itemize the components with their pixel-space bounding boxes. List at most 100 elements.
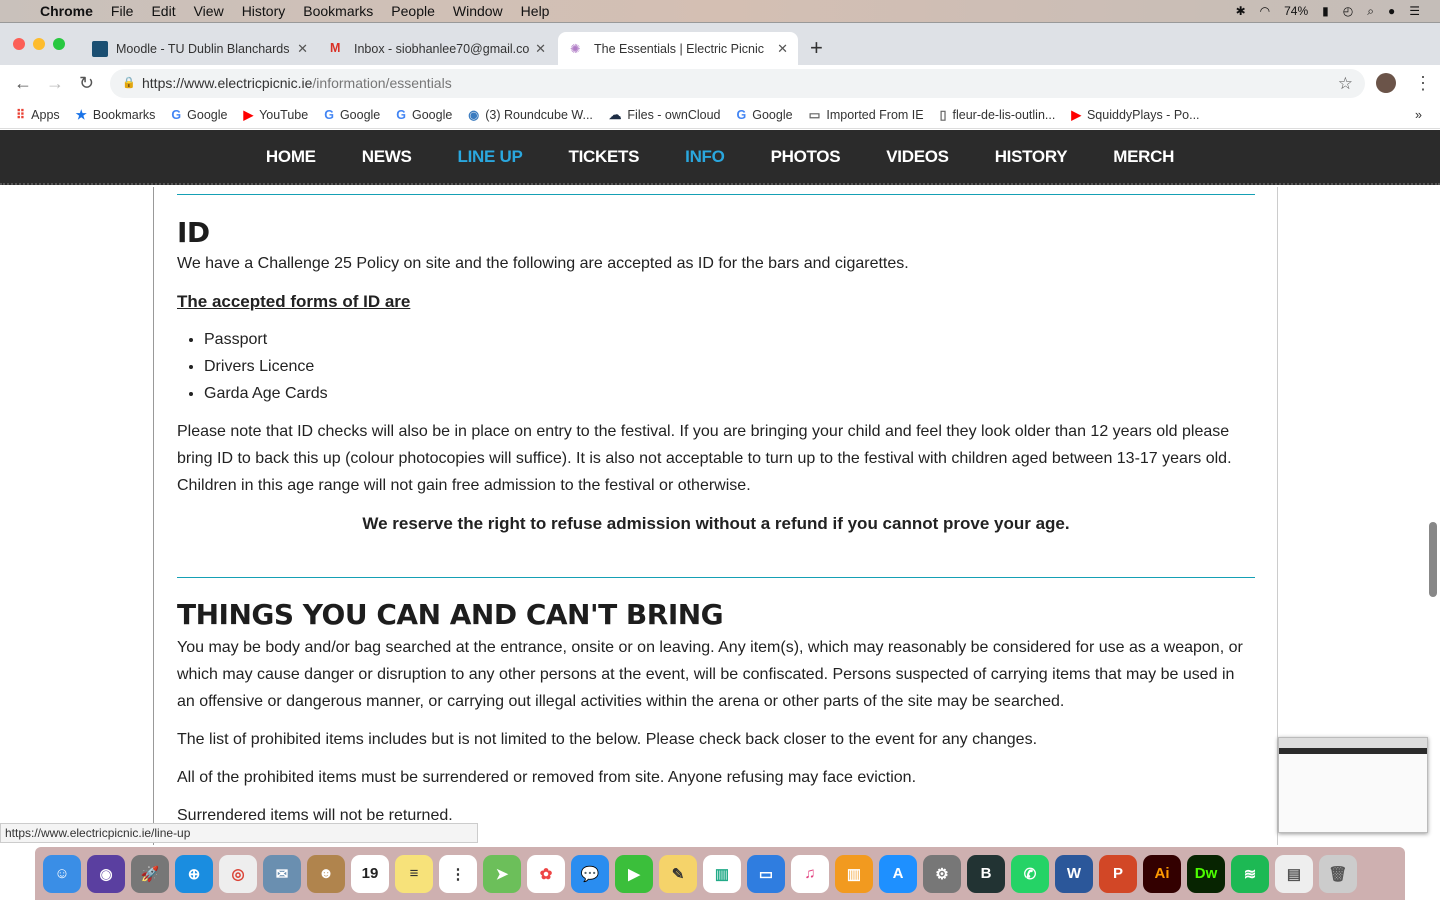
nav-videos[interactable]: VIDEOS [886, 147, 948, 167]
nav-photos[interactable]: PHOTOS [771, 147, 841, 167]
nav-history[interactable]: HISTORY [995, 147, 1068, 167]
siri-icon[interactable]: ◉ [87, 855, 125, 893]
nav-info[interactable]: INFO [685, 147, 724, 167]
bookmark-squiddyplays[interactable]: ▶SquiddyPlays - Po... [1071, 107, 1199, 122]
menu-people[interactable]: People [391, 3, 435, 19]
bookmark-google[interactable]: GGoogle [171, 108, 227, 122]
app-store-icon[interactable]: A [879, 855, 917, 893]
dreamweaver-icon[interactable]: Dw [1187, 855, 1225, 893]
facetime-icon[interactable]: ▶ [615, 855, 653, 893]
section-title: ID [177, 219, 1255, 246]
battery-icon[interactable]: ▮ [1322, 4, 1329, 18]
battery-level[interactable]: 74% [1284, 4, 1308, 18]
system-preferences-icon[interactable]: ⚙ [923, 855, 961, 893]
photos-icon[interactable]: ✿ [527, 855, 565, 893]
b-app-icon[interactable]: B [967, 855, 1005, 893]
address-bar[interactable]: 🔒 https://www.electricpicnic.ie/informat… [110, 69, 1365, 98]
contacts-icon[interactable]: ☻ [307, 855, 345, 893]
tab-gmail[interactable]: M Inbox - siobhanlee70@gmail.co ✕ [318, 32, 556, 66]
chrome-icon[interactable]: ◎ [219, 855, 257, 893]
bookmark-youtube[interactable]: ▶YouTube [243, 107, 308, 122]
launchpad-icon[interactable]: 🚀 [131, 855, 169, 893]
menu-app[interactable]: Chrome [40, 3, 93, 19]
menu-history[interactable]: History [242, 3, 286, 19]
nav-tickets[interactable]: TICKETS [569, 147, 640, 167]
whatsapp-icon[interactable]: ✆ [1011, 855, 1049, 893]
divider [177, 194, 1255, 195]
bookmark-bookmarks[interactable]: ★Bookmarks [76, 107, 156, 122]
menu-file[interactable]: File [111, 3, 134, 19]
tab-electric-picnic[interactable]: ✺ The Essentials | Electric Picnic ✕ [558, 32, 798, 66]
id-list: Passport Drivers Licence Garda Age Cards [204, 326, 1255, 407]
bookmark-google[interactable]: GGoogle [396, 108, 452, 122]
divider [177, 577, 1255, 578]
bookmark-fleur-de-lis[interactable]: ▯fleur-de-lis-outlin... [940, 107, 1056, 122]
close-tab-icon[interactable]: ✕ [297, 41, 308, 57]
illustrator-icon[interactable]: Ai [1143, 855, 1181, 893]
word-icon[interactable]: W [1055, 855, 1093, 893]
nav-merch[interactable]: MERCH [1113, 147, 1174, 167]
reload-button[interactable]: ↻ [79, 73, 94, 94]
siri-icon[interactable]: ● [1388, 4, 1395, 18]
notes-icon[interactable]: ≡ [395, 855, 433, 893]
bring-section: THINGS YOU CAN AND CAN'T BRING You may b… [177, 601, 1255, 840]
bookmark-folder-imported[interactable]: ▭Imported From IE [809, 107, 924, 122]
profile-avatar[interactable] [1376, 73, 1396, 93]
nav-line-up[interactable]: LINE UP [458, 147, 523, 167]
list-item: Passport [204, 326, 1255, 353]
numbers-icon[interactable]: ▥ [703, 855, 741, 893]
new-tab-button[interactable]: + [810, 35, 823, 61]
wifi-icon[interactable]: ◠ [1260, 4, 1270, 18]
menu-help[interactable]: Help [521, 3, 550, 19]
maximize-window-button[interactable] [53, 38, 65, 50]
scrollbar[interactable] [1429, 522, 1437, 597]
gmail-icon: M [330, 41, 346, 57]
keynote-icon[interactable]: ▭ [747, 855, 785, 893]
spotify-icon[interactable]: ≋ [1231, 855, 1269, 893]
messages-icon[interactable]: 💬 [571, 855, 609, 893]
back-button[interactable]: ← [14, 73, 32, 94]
menu-view[interactable]: View [194, 3, 224, 19]
close-tab-icon[interactable]: ✕ [535, 41, 546, 57]
bookmark-google[interactable]: GGoogle [324, 108, 380, 122]
reminders-icon[interactable]: ⋮ [439, 855, 477, 893]
pages-icon[interactable]: ✎ [659, 855, 697, 893]
nav-home[interactable]: HOME [266, 147, 316, 167]
bookmark-google[interactable]: GGoogle [737, 108, 793, 122]
bookmark-owncloud[interactable]: ☁Files - ownCloud [609, 107, 721, 122]
bookmark-roundcube[interactable]: ◉(3) Roundcube W... [468, 107, 593, 122]
nav-news[interactable]: NEWS [362, 147, 412, 167]
itunes-icon[interactable]: ♫ [791, 855, 829, 893]
notification-center-icon[interactable]: ☰ [1409, 4, 1420, 18]
chrome-menu-icon[interactable]: ⋮ [1414, 73, 1432, 94]
forward-button[interactable]: → [46, 73, 64, 94]
safari-icon[interactable]: ⊕ [175, 855, 213, 893]
menu-window[interactable]: Window [453, 3, 503, 19]
screenshot-thumbnail[interactable] [1278, 737, 1428, 833]
clock-icon[interactable]: ◴ [1343, 4, 1353, 18]
books-icon[interactable]: ▥ [835, 855, 873, 893]
calendar-icon[interactable]: 19 [351, 855, 389, 893]
trash-icon[interactable]: 🗑 [1319, 855, 1357, 893]
close-tab-icon[interactable]: ✕ [777, 41, 788, 57]
document-icon[interactable]: ▤ [1275, 855, 1313, 893]
tab-moodle[interactable]: Moodle - TU Dublin Blanchards ✕ [80, 32, 318, 66]
bookmark-star-icon[interactable]: ☆ [1338, 69, 1353, 98]
maps-icon[interactable]: ➤ [483, 855, 521, 893]
paragraph: You may be body and/or bag searched at t… [177, 634, 1255, 715]
powerpoint-icon[interactable]: P [1099, 855, 1137, 893]
finder-icon[interactable]: ☺ [43, 855, 81, 893]
minimize-window-button[interactable] [33, 38, 45, 50]
more-bookmarks-icon[interactable]: » [1415, 108, 1422, 122]
url-path: /information/essentials [312, 75, 451, 91]
electric-picnic-favicon-icon: ✺ [570, 41, 586, 57]
search-icon[interactable]: ⌕ [1367, 4, 1374, 19]
bookmark-apps[interactable]: ⠿Apps [16, 107, 60, 122]
menu-edit[interactable]: Edit [151, 3, 175, 19]
close-window-button[interactable] [13, 38, 25, 50]
mail-icon[interactable]: ✉ [263, 855, 301, 893]
paragraph: Please note that ID checks will also be … [177, 418, 1255, 499]
menu-bookmarks[interactable]: Bookmarks [303, 3, 373, 19]
toolbar: ← → ↻ 🔒 https://www.electricpicnic.ie/in… [0, 65, 1440, 101]
bluetooth-icon[interactable]: ✱ [1236, 4, 1246, 18]
